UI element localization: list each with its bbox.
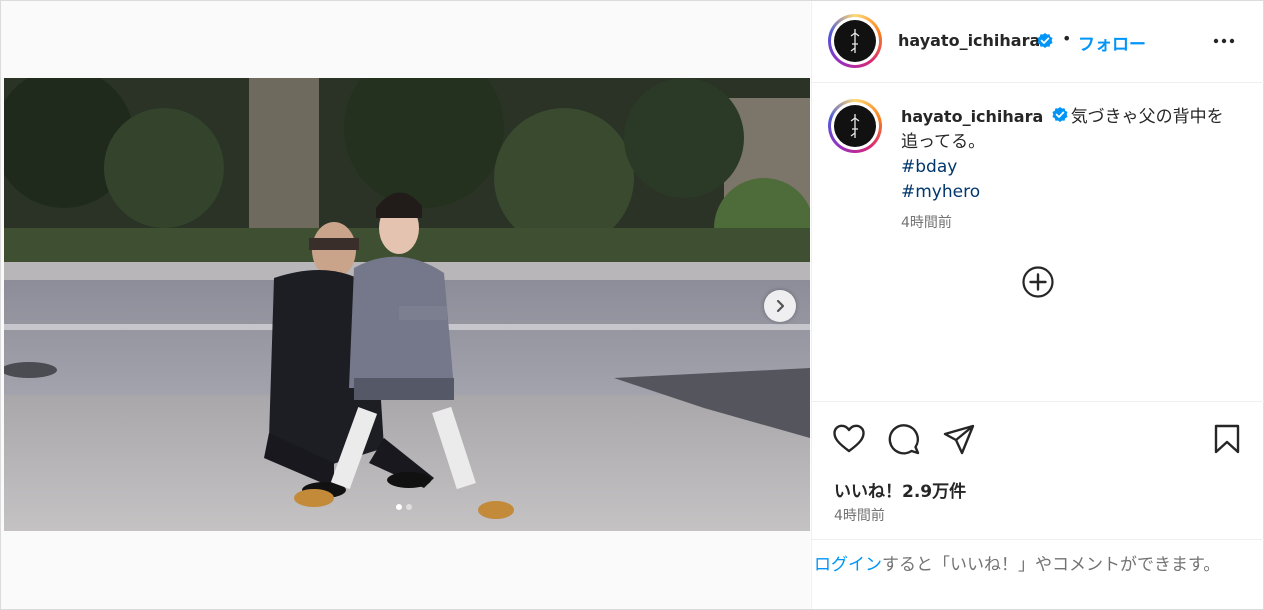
comment-icon[interactable] bbox=[887, 423, 921, 455]
carousel-indicator bbox=[396, 504, 412, 510]
chevron-right-icon bbox=[776, 299, 785, 313]
post-timestamp: 4時間前 bbox=[834, 508, 885, 524]
hashtag-link[interactable]: #bday bbox=[901, 155, 1231, 180]
avatar[interactable] bbox=[828, 14, 882, 68]
caption-text: hayato_ichihara 気づきゃ父の背中を追ってる。 #bday #my… bbox=[901, 104, 1231, 205]
post-media bbox=[1, 1, 810, 609]
avatar-logo bbox=[850, 29, 860, 53]
login-link[interactable]: ログイン bbox=[814, 555, 882, 575]
plus-circle-icon[interactable] bbox=[1021, 265, 1055, 299]
caption-username[interactable]: hayato_ichihara bbox=[901, 107, 1043, 126]
follow-button[interactable]: フォロー bbox=[1078, 30, 1146, 55]
post-photo bbox=[4, 78, 810, 531]
carousel-dot bbox=[396, 504, 402, 510]
caption-avatar[interactable] bbox=[828, 99, 882, 153]
avatar-logo bbox=[850, 114, 860, 138]
caption-area: hayato_ichihara 気づきゃ父の背中を追ってる。 #bday #my… bbox=[812, 84, 1264, 402]
verified-badge-icon bbox=[1037, 33, 1053, 48]
post-username[interactable]: hayato_ichihara bbox=[898, 31, 1040, 50]
bookmark-icon[interactable] bbox=[1212, 423, 1242, 455]
share-icon[interactable] bbox=[942, 423, 976, 455]
caption-timestamp: 4時間前 bbox=[901, 215, 952, 231]
like-count[interactable]: いいね！2.9万件 bbox=[834, 477, 966, 502]
carousel-dot bbox=[406, 504, 412, 510]
login-prompt-text: すると「いいね！」やコメントができます。 bbox=[882, 555, 1221, 575]
carousel-next-button[interactable] bbox=[764, 290, 796, 322]
post-header: hayato_ichihara • フォロー bbox=[812, 1, 1264, 83]
post-actions bbox=[812, 419, 1264, 459]
header-separator: • bbox=[1062, 29, 1072, 48]
post-side-panel: hayato_ichihara • フォロー hayato_ichihara 気… bbox=[811, 1, 1264, 609]
heart-icon[interactable] bbox=[832, 423, 866, 455]
hashtag-link[interactable]: #myhero bbox=[901, 180, 1231, 205]
verified-badge-icon bbox=[1052, 107, 1068, 122]
login-prompt: ログインすると「いいね！」やコメントができます。 bbox=[812, 539, 1264, 609]
more-options-icon[interactable] bbox=[1212, 31, 1236, 51]
